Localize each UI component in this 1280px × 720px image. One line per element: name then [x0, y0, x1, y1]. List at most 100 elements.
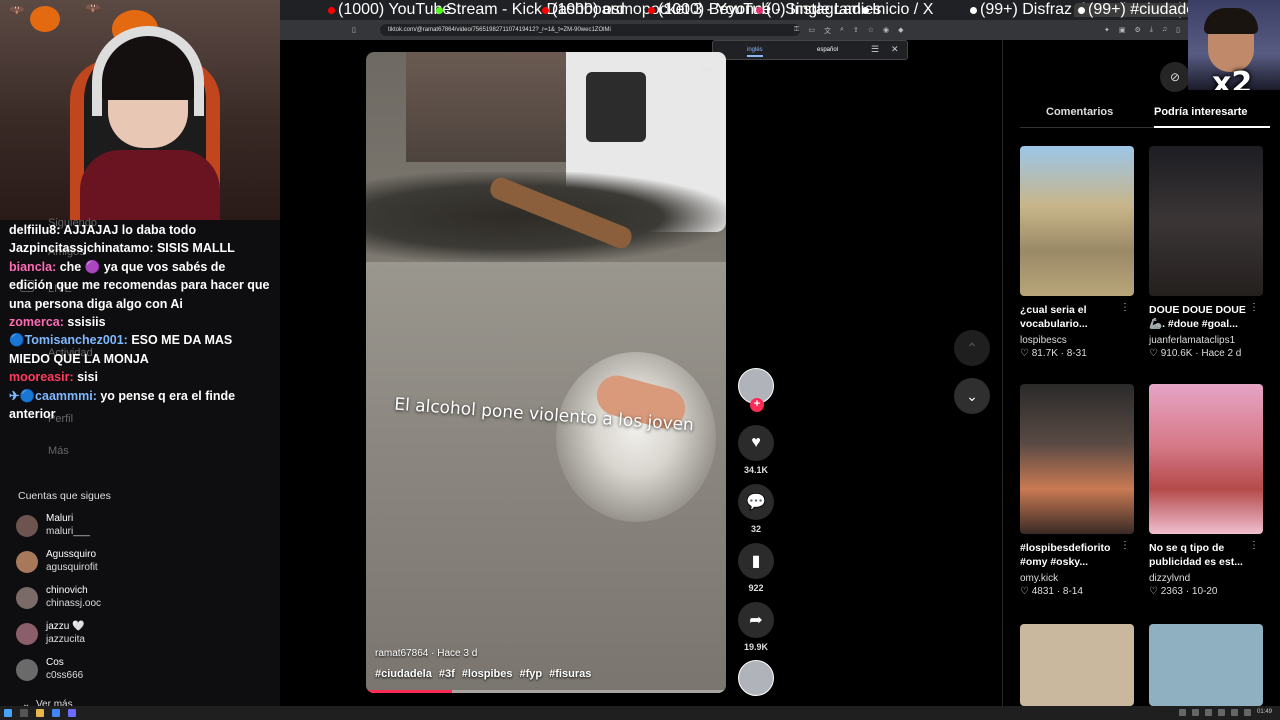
extension-icon[interactable]: ⚙	[1135, 26, 1141, 34]
video-player[interactable]: El alcohol pone violento a los joven ⋯ r…	[366, 52, 726, 693]
address-bar[interactable]: tiktok.com/@ramat67864/video/75651982711…	[380, 24, 800, 36]
account-name: Maluri	[46, 513, 74, 524]
previous-video-button[interactable]: ⌃	[954, 330, 990, 366]
wifi-icon[interactable]	[1230, 709, 1238, 716]
hashtag-link[interactable]: #fisuras	[549, 668, 591, 680]
star-icon[interactable]: ☆	[868, 26, 874, 36]
clock[interactable]: 01:49	[1257, 709, 1272, 716]
bookmark-icon[interactable]: ▯	[352, 26, 356, 34]
more-options-icon[interactable]: ⋮	[1249, 302, 1259, 313]
tab-suggested[interactable]: Podría interesarte	[1154, 106, 1248, 118]
save-count: 922	[748, 583, 764, 593]
chat-username[interactable]: ✈🔵caammmi:	[9, 389, 97, 403]
browser-tab[interactable]: (0) Instagram	[756, 1, 861, 18]
more-options-icon[interactable]: ⋮	[1120, 302, 1130, 313]
video-author[interactable]: dizzylvnd	[1149, 573, 1263, 584]
right-panel-tabs: Comentarios Podría interesarte	[1020, 104, 1270, 128]
hashtag-link[interactable]: #ciudadela	[375, 668, 432, 680]
volume-icon[interactable]	[1243, 709, 1251, 716]
chat-username[interactable]: delfiilu8:	[9, 223, 60, 237]
video-title[interactable]: ¿cual seria el vocabulario...	[1020, 304, 1124, 332]
video-author[interactable]: lospibescs	[1020, 335, 1134, 346]
windows-start-icon[interactable]	[4, 709, 12, 717]
followed-account[interactable]: chinovich chinassj.ooc	[16, 583, 266, 613]
music-disc-avatar[interactable]	[738, 660, 774, 696]
comment-icon[interactable]: 💬	[738, 484, 774, 520]
follow-plus-icon[interactable]: +	[750, 398, 764, 412]
chat-username[interactable]: zomerca:	[9, 315, 64, 329]
screen-icon[interactable]: ▭	[808, 26, 815, 36]
key-icon[interactable]: ⚿	[794, 26, 799, 36]
followed-account[interactable]: jazzu 🤍 jazzucita	[16, 619, 266, 649]
following-title: Cuentas que sigues	[18, 490, 111, 502]
more-options-icon[interactable]: ⋯	[700, 62, 712, 76]
share-icon[interactable]: ⇪	[853, 26, 859, 36]
menu-icon[interactable]: ☰	[871, 44, 879, 55]
share-arrow-icon[interactable]: ➦	[738, 602, 774, 638]
video-thumbnail[interactable]	[1149, 146, 1263, 296]
save-action[interactable]: ▮ 922	[736, 543, 776, 593]
browser-tab[interactable]: (1000) YouTube	[328, 1, 451, 18]
close-icon[interactable]: ✕	[891, 44, 899, 55]
video-author[interactable]: omy.kick	[1020, 573, 1134, 584]
next-video-button[interactable]: ⌄	[954, 378, 990, 414]
video-thumbnail[interactable]	[1020, 146, 1134, 296]
video-thumbnail[interactable]	[1149, 384, 1263, 534]
tray-icon[interactable]	[1191, 709, 1199, 716]
chrome-icon[interactable]	[52, 709, 60, 717]
heart-icon[interactable]: ♥	[738, 425, 774, 461]
chat-username[interactable]: Jazpincitassjchinatamo:	[9, 241, 154, 255]
zoom-icon[interactable]: ⌕	[840, 26, 844, 36]
like-action[interactable]: ♥ 34.1K	[736, 425, 776, 475]
followed-account[interactable]: Agussquiro agusquirofit	[16, 547, 266, 577]
extension-icon[interactable]: ◉	[883, 26, 889, 36]
suggested-video-card[interactable]: ⋮ #lospibesdefiorito #omy #osky... omy.kic…	[1020, 384, 1134, 597]
comment-action[interactable]: 💬 32	[736, 484, 776, 534]
app-icon[interactable]	[68, 709, 76, 717]
tray-icon[interactable]	[1217, 709, 1225, 716]
tab-comments[interactable]: Comentarios	[1046, 106, 1113, 118]
folder-icon[interactable]	[36, 709, 44, 717]
share-action[interactable]: ➦ 19.9K	[736, 602, 776, 652]
video-progress-bar[interactable]	[366, 690, 726, 693]
media-icon[interactable]: ♫	[1162, 26, 1167, 34]
search-icon[interactable]	[20, 709, 28, 717]
chat-username[interactable]: biancla:	[9, 260, 56, 274]
followed-account[interactable]: Maluri maluri___	[16, 511, 266, 541]
hashtag-link[interactable]: #fyp	[520, 668, 543, 680]
tray-icon[interactable]	[1204, 709, 1212, 716]
chat-username[interactable]: 🔵Tomisanchez001:	[9, 333, 128, 347]
suggested-video-card[interactable]: ⋮ No se q tipo de publicidad es est... diz…	[1149, 384, 1263, 597]
browser-tab[interactable]: Inicio / X	[862, 1, 933, 18]
bookmark-icon[interactable]: ▮	[738, 543, 774, 579]
compass-icon[interactable]: ⊘	[1160, 62, 1190, 92]
account-name: jazzu 🤍	[46, 621, 85, 632]
heart-icon: ♡	[1020, 348, 1029, 359]
hashtag-link[interactable]: #3f	[439, 668, 455, 680]
suggested-video-card[interactable]: ⋮ ¿cual seria el vocabulario... lospibescs…	[1020, 146, 1134, 359]
extension-icon[interactable]: ▣	[1119, 26, 1126, 34]
more-options-icon[interactable]: ⋮	[1120, 540, 1130, 551]
extension-icon[interactable]: ✦	[1104, 26, 1110, 34]
download-icon[interactable]: ⤓	[1150, 26, 1153, 34]
video-title[interactable]: No se q tipo de publicidad es est...	[1149, 542, 1253, 570]
followed-account[interactable]: Cos c0ss666	[16, 655, 266, 685]
video-thumbnail[interactable]	[1020, 384, 1134, 534]
video-title[interactable]: #lospibesdefiorito #omy #osky...	[1020, 542, 1124, 570]
translate-icon[interactable]: 文	[824, 26, 831, 36]
video-thumbnail[interactable]	[1149, 624, 1263, 706]
suggested-video-card[interactable]: ⋮ DOUE DOUE DOUE 🦾. #doue #goal... juanfer…	[1149, 146, 1263, 359]
video-title[interactable]: DOUE DOUE DOUE 🦾. #doue #goal...	[1149, 304, 1253, 332]
translate-source-language[interactable]: inglés	[747, 47, 763, 57]
translate-target-language[interactable]: español	[817, 47, 838, 53]
video-author[interactable]: juanferlamataclips1	[1149, 335, 1263, 346]
video-author-line[interactable]: ramat67864 · Hace 3 d	[375, 648, 477, 659]
sidebar-icon[interactable]: ▯	[1176, 26, 1180, 34]
puzzle-icon[interactable]: ◆	[898, 26, 903, 36]
chat-username[interactable]: mooreasir:	[9, 370, 74, 384]
more-options-icon[interactable]: ⋮	[1249, 540, 1259, 551]
hashtag-link[interactable]: #lospibes	[462, 668, 513, 680]
video-thumbnail[interactable]	[1020, 624, 1134, 706]
tray-icon[interactable]	[1178, 709, 1186, 716]
tab-favicon-icon	[862, 6, 869, 14]
